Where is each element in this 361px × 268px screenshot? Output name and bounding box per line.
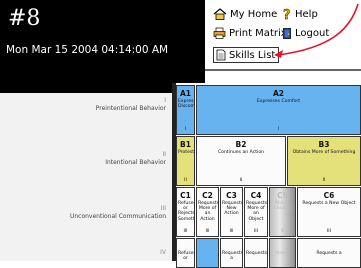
row-labels-panel: I Preintentional Behavior II Intentional… — [0, 93, 172, 261]
row-roman-4: IV — [160, 249, 166, 256]
door-icon — [283, 28, 291, 39]
row-text-1: Preintentional Behavior — [95, 105, 166, 112]
cell-c1-desc: Refuses or Rejects Something — [178, 201, 195, 222]
cell-c6-code: C6 — [323, 191, 335, 200]
cell-a2-code: A2 — [272, 89, 285, 98]
cell-a1[interactable]: A1 Expresses Discomfort I — [176, 85, 195, 135]
cell-a1-desc: Expresses Discomfort — [178, 99, 195, 110]
cell-a1-code: A1 — [179, 89, 192, 98]
cell-b3-level: II — [322, 178, 326, 183]
logout-link[interactable]: Logout — [282, 27, 329, 40]
cell-d4-desc: Requests — [246, 251, 268, 256]
print-matrix-label: Print Matrix — [229, 27, 287, 39]
cell-b2-code: B2 — [235, 140, 247, 149]
cell-c5-level: III — [280, 229, 285, 234]
my-home-link[interactable]: My Home — [213, 8, 277, 20]
cell-a2[interactable]: A2 Expresses Comfort I — [196, 85, 361, 135]
cell-c1[interactable]: C1 Refuses or Rejects Something III — [176, 187, 195, 237]
home-icon — [213, 8, 227, 20]
cell-c5[interactable]: C5 Makes Choices III — [269, 187, 296, 237]
cell-c2[interactable]: C2 Requests More of an Action III — [196, 187, 219, 237]
grid-left-edge — [172, 83, 176, 261]
cell-c2-code: C2 — [202, 191, 213, 200]
cell-a2-level: I — [277, 127, 280, 132]
row-label-2: II Intentional Behavior — [105, 151, 166, 167]
cell-c1-level: III — [183, 229, 188, 234]
logout-label: Logout — [295, 28, 330, 39]
help-label: Help — [295, 9, 318, 20]
skills-matrix: A1 Expresses Discomfort I A2 Expresses C… — [172, 83, 361, 268]
cell-d3-desc: Requests a — [222, 251, 243, 262]
row-text-3: Unconventional Communication — [69, 213, 166, 220]
cell-d5-desc: Makes — [275, 251, 290, 256]
cell-c3-code: C3 — [226, 191, 237, 200]
print-matrix-link[interactable]: Print Matrix — [213, 27, 287, 39]
row-label-3: III Unconventional Communication — [70, 205, 166, 221]
datetime-display: Mon Mar 15 2004 04:14:00 AM — [6, 44, 169, 56]
cell-c4[interactable]: C4 Requests More of an Object III — [244, 187, 268, 237]
cell-b2-desc: Continues an Action — [217, 150, 265, 155]
cell-c5-code: C5 — [277, 191, 288, 200]
cell-c2-desc: Requests More of an Action — [198, 201, 219, 222]
header-divider — [205, 69, 361, 71]
cell-c3-desc: Requests New Action — [222, 201, 243, 217]
cell-b1-code: B1 — [180, 140, 191, 149]
app-logo: #8 — [8, 6, 41, 31]
cell-b1-level: II — [184, 178, 187, 183]
printer-icon — [213, 27, 226, 39]
skills-list-label: Skills List — [229, 49, 276, 61]
cell-c6-level: III — [326, 229, 332, 234]
header-bar: #8 Mon Mar 15 2004 04:14:00 AM — [0, 0, 205, 93]
top-nav: My Home ? Help Print Matrix Logout Skill… — [210, 0, 361, 70]
cell-c6-desc: Requests a New Object — [302, 201, 356, 206]
cell-d2[interactable] — [196, 238, 219, 268]
cell-b3[interactable]: B3 Obtains More of Something II — [287, 136, 361, 186]
help-link[interactable]: ? Help — [282, 8, 318, 21]
cell-b2[interactable]: B2 Continues an Action II — [196, 136, 286, 186]
row-roman-3: III — [160, 205, 166, 212]
row-label-1: I Preintentional Behavior — [96, 97, 166, 113]
cell-d1-desc: Refuses or — [178, 251, 195, 262]
cell-c3-level: III — [229, 229, 234, 234]
cell-b1-desc: Protests — [178, 150, 195, 155]
cell-a2-desc: Expresses Comfort — [256, 99, 301, 104]
cell-c3[interactable]: C3 Requests New Action III — [220, 187, 243, 237]
cell-c2-level: III — [205, 229, 210, 234]
cell-c5-desc: Makes Choices — [273, 201, 292, 212]
cell-b3-desc: Obtains More of Something — [292, 150, 356, 155]
cell-d6-desc: Requests a — [316, 251, 342, 256]
row-roman-1: I — [164, 97, 166, 104]
my-home-label: My Home — [230, 8, 278, 20]
cell-b2-level: II — [239, 178, 243, 183]
cell-d5[interactable]: Makes — [269, 238, 296, 268]
cell-c4-code: C4 — [250, 191, 262, 200]
document-icon — [216, 49, 226, 61]
cell-c4-desc: Requests More of an Object — [246, 201, 268, 222]
skills-list-link[interactable]: Skills List — [213, 47, 280, 63]
question-mark-icon: ? — [283, 8, 291, 21]
cell-d1[interactable]: Refuses or — [176, 238, 195, 268]
cell-d4[interactable]: Requests — [244, 238, 268, 268]
cell-b3-code: B3 — [318, 140, 330, 149]
row-text-2: Intentional Behavior — [105, 159, 166, 166]
svg-text:?: ? — [283, 8, 291, 21]
cell-c6[interactable]: C6 Requests a New Object III — [297, 187, 361, 237]
row-roman-2: II — [162, 151, 166, 158]
cell-b1[interactable]: B1 Protests II — [176, 136, 195, 186]
cell-d3[interactable]: Requests a — [220, 238, 243, 268]
cell-c1-code: C1 — [180, 191, 191, 200]
row-label-4: IV — [160, 249, 166, 257]
cell-a1-level: I — [184, 127, 187, 132]
cell-c4-level: III — [253, 229, 259, 234]
cell-d6[interactable]: Requests a — [297, 238, 361, 268]
